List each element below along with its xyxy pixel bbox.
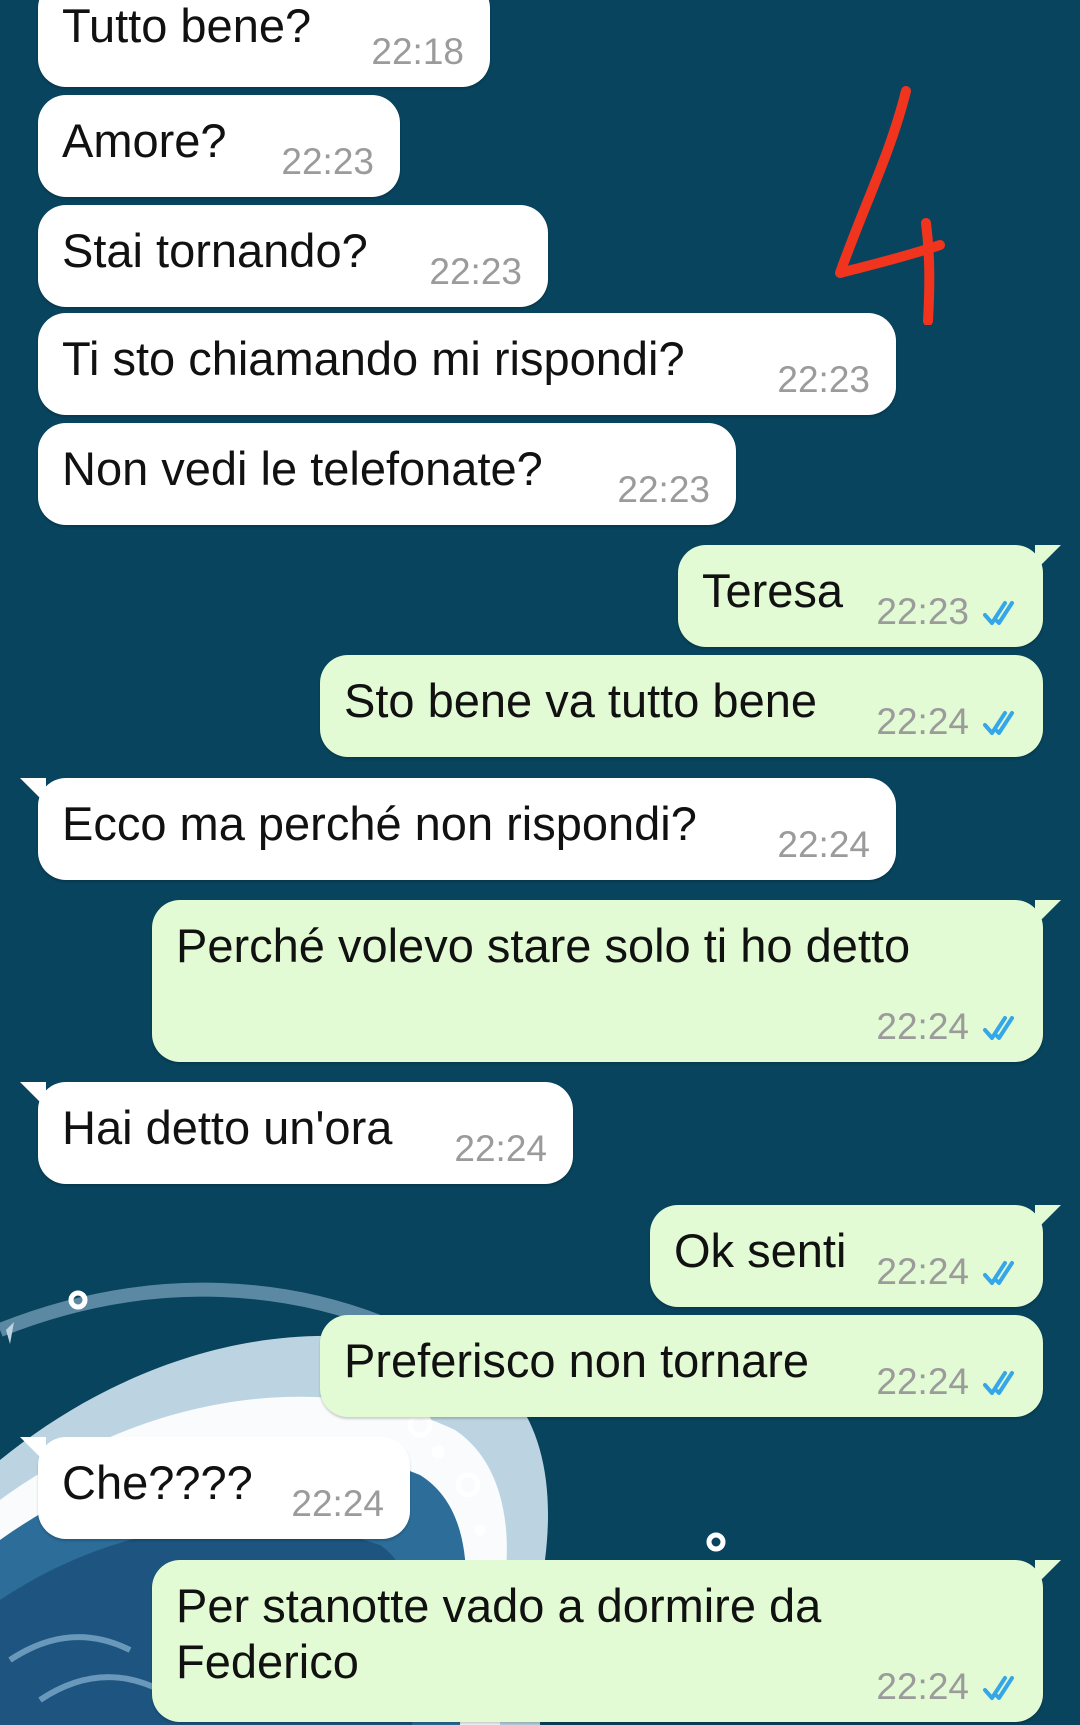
outgoing-message-bubble[interactable]: Sto bene va tutto bene 22:24 — [320, 655, 1043, 757]
outgoing-message-bubble[interactable]: Ok senti 22:24 — [650, 1205, 1061, 1307]
message-timestamp: 22:24 — [876, 1361, 969, 1402]
message-text: Ok senti — [674, 1224, 847, 1277]
message-timestamp: 22:24 — [454, 1128, 547, 1169]
message-text: Ti sto chiamando mi rispondi? — [62, 332, 685, 385]
bubble-tail — [1035, 1560, 1061, 1586]
incoming-message-bubble[interactable]: Tutto bene? 22:18 — [38, 0, 490, 87]
message-text: Non vedi le telefonate? — [62, 442, 543, 495]
message-timestamp: 22:24 — [876, 701, 969, 742]
red-number-annotation — [835, 86, 945, 325]
message-timestamp: 22:24 — [291, 1483, 384, 1524]
incoming-message-bubble[interactable]: Stai tornando? 22:23 — [38, 205, 548, 307]
message-timestamp: 22:23 — [876, 591, 969, 632]
bubble-tail — [20, 778, 46, 804]
double-check-icon — [983, 1016, 1014, 1040]
message-timestamp: 22:24 — [876, 1666, 969, 1707]
outgoing-message-bubble[interactable]: Perché volevo stare solo ti ho detto 22:2… — [152, 900, 1061, 1062]
outgoing-message-bubble[interactable]: Preferisco non tornare 22:24 — [320, 1315, 1043, 1417]
message-timestamp: 22:23 — [617, 469, 710, 510]
bubble-tail — [20, 1437, 46, 1463]
incoming-message-bubble[interactable]: Hai detto un'ora 22:24 — [20, 1082, 573, 1184]
message-text: Preferisco non tornare — [344, 1334, 810, 1387]
double-check-icon — [983, 1371, 1014, 1395]
message-timestamp: 22:18 — [371, 31, 464, 72]
message-text: Teresa — [702, 564, 844, 617]
double-check-icon — [983, 601, 1014, 625]
incoming-message-bubble[interactable]: Ecco ma perché non rispondi? 22:24 — [20, 778, 896, 880]
bubble-tail — [1035, 1205, 1061, 1231]
message-text: Per stanotte vado a dormire da Federico — [176, 1579, 822, 1688]
incoming-message-bubble[interactable]: Che???? 22:24 — [20, 1437, 410, 1539]
outgoing-message-bubble[interactable]: Teresa 22:23 — [678, 545, 1061, 647]
message-timestamp: 22:24 — [876, 1006, 969, 1047]
double-check-icon — [983, 1676, 1014, 1700]
message-timestamp: 22:23 — [429, 251, 522, 292]
message-text: Tutto bene? — [62, 0, 312, 52]
message-timestamp: 22:23 — [777, 359, 870, 400]
message-text: Hai detto un'ora — [62, 1101, 393, 1154]
double-check-icon — [983, 1261, 1014, 1285]
message-timestamp: 22:24 — [777, 824, 870, 865]
message-text: Amore? — [62, 114, 227, 167]
outgoing-message-bubble[interactable]: Per stanotte vado a dormire da Federico 22… — [152, 1560, 1061, 1722]
message-text: Che???? — [62, 1456, 253, 1509]
message-text: Perché volevo stare solo ti ho detto — [176, 919, 911, 972]
incoming-message-bubble[interactable]: Ti sto chiamando mi rispondi? 22:23 — [38, 313, 896, 415]
incoming-message-bubble[interactable]: Non vedi le telefonate? 22:23 — [38, 423, 736, 525]
message-text: Stai tornando? — [62, 224, 368, 277]
double-check-icon — [983, 711, 1014, 735]
bubble-tail — [1035, 900, 1061, 926]
message-text: Ecco ma perché non rispondi? — [62, 797, 697, 850]
message-timestamp: 22:24 — [876, 1251, 969, 1292]
message-timestamp: 22:23 — [281, 141, 374, 182]
bubble-tail — [1035, 545, 1061, 571]
incoming-message-bubble[interactable]: Amore? 22:23 — [38, 95, 400, 197]
bubble-tail — [20, 1082, 46, 1108]
message-text: Sto bene va tutto bene — [344, 674, 817, 727]
